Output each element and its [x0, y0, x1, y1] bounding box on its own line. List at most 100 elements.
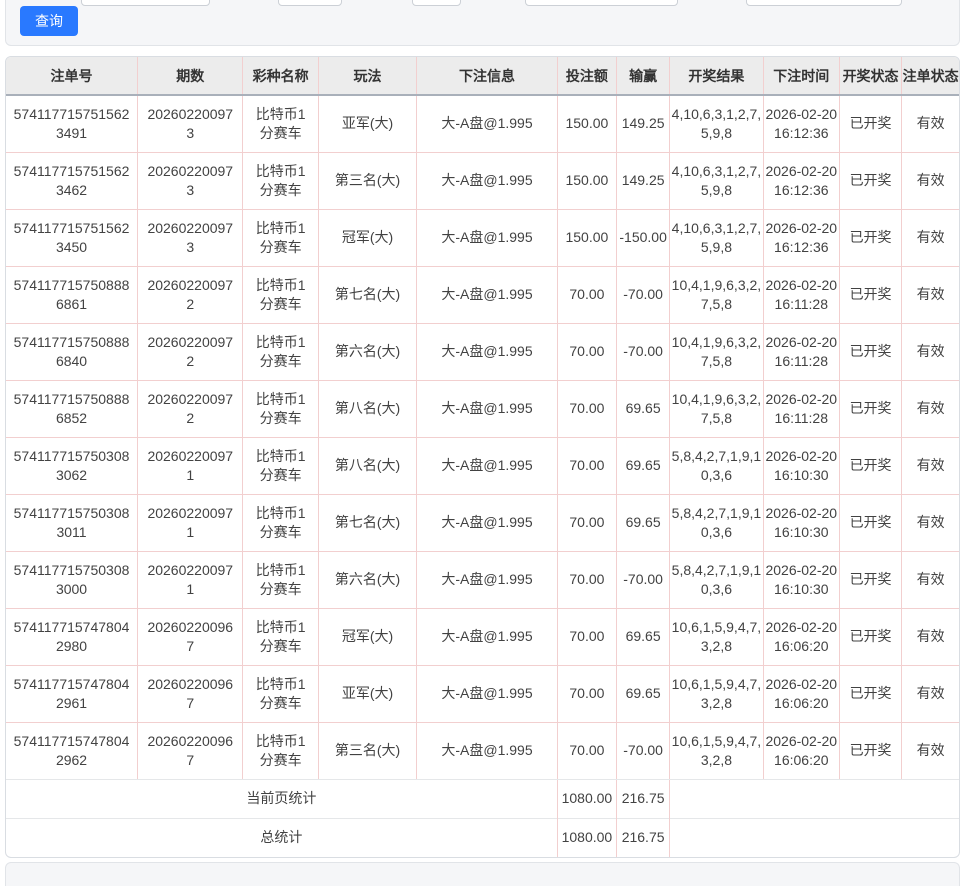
cell-win-loss: 149.25 — [617, 152, 670, 209]
cell-bet-time: 2026-02-20 16:12:36 — [763, 152, 839, 209]
col-header-win-loss: 输赢 — [617, 57, 670, 95]
grand-total-win-loss: 216.75 — [617, 818, 670, 857]
query-input-1[interactable] — [81, 0, 210, 6]
cell-bet-amount: 70.00 — [557, 380, 616, 437]
cell-win-loss: 69.65 — [617, 494, 670, 551]
cell-play-type: 第七名(大) — [318, 494, 416, 551]
cell-bet-time: 2026-02-20 16:11:28 — [763, 323, 839, 380]
cell-bet-id: 5741177157478042980 — [6, 608, 138, 665]
cell-bet-time: 2026-02-20 16:12:36 — [763, 95, 839, 152]
cell-bet-id: 5741177157503083062 — [6, 437, 138, 494]
cell-play-type: 第六名(大) — [318, 323, 416, 380]
cell-bet-time: 2026-02-20 16:10:30 — [763, 494, 839, 551]
cell-win-loss: -150.00 — [617, 209, 670, 266]
cell-draw-result: 4,10,6,3,1,2,7,5,9,8 — [670, 209, 763, 266]
grand-total-bet-amount: 1080.00 — [557, 818, 616, 857]
cell-lottery-name: 比特币1分赛车 — [243, 722, 318, 779]
table-row: 5741177157515623462202602200973比特币1分赛车第三… — [6, 152, 959, 209]
cell-draw-result: 10,6,1,5,9,4,7,3,2,8 — [670, 722, 763, 779]
cell-period: 202602200967 — [138, 665, 243, 722]
cell-bet-status: 有效 — [902, 209, 959, 266]
table-row: 5741177157503083062202602200971比特币1分赛车第八… — [6, 437, 959, 494]
cell-bet-id: 5741177157478042961 — [6, 665, 138, 722]
current-page-summary-row: 当前页统计 1080.00 216.75 — [6, 779, 959, 818]
table-row: 5741177157478042980202602200967比特币1分赛车冠军… — [6, 608, 959, 665]
col-header-bet-status: 注单状态 — [902, 57, 959, 95]
cell-bet-info: 大-A盘@1.995 — [417, 722, 558, 779]
cell-bet-amount: 70.00 — [557, 722, 616, 779]
col-header-play-type: 玩法 — [318, 57, 416, 95]
cell-bet-id: 5741177157503083011 — [6, 494, 138, 551]
cell-period: 202602200972 — [138, 266, 243, 323]
cell-lottery-name: 比特币1分赛车 — [243, 209, 318, 266]
cell-draw-status: 已开奖 — [839, 266, 901, 323]
current-page-summary-blank — [670, 779, 959, 818]
cell-win-loss: 69.65 — [617, 380, 670, 437]
cell-bet-info: 大-A盘@1.995 — [417, 266, 558, 323]
cell-bet-status: 有效 — [902, 437, 959, 494]
cell-bet-info: 大-A盘@1.995 — [417, 95, 558, 152]
cell-period: 202602200967 — [138, 608, 243, 665]
current-page-total-bet-amount: 1080.00 — [557, 779, 616, 818]
query-input-2[interactable] — [278, 0, 342, 6]
col-header-draw-result: 开奖结果 — [670, 57, 763, 95]
col-header-bet-amount: 投注额 — [557, 57, 616, 95]
cell-bet-amount: 150.00 — [557, 95, 616, 152]
table-row: 5741177157503083000202602200971比特币1分赛车第六… — [6, 551, 959, 608]
cell-draw-status: 已开奖 — [839, 608, 901, 665]
cell-draw-result: 4,10,6,3,1,2,7,5,9,8 — [670, 95, 763, 152]
cell-bet-status: 有效 — [902, 152, 959, 209]
cell-bet-status: 有效 — [902, 95, 959, 152]
cell-draw-status: 已开奖 — [839, 665, 901, 722]
cell-bet-info: 大-A盘@1.995 — [417, 323, 558, 380]
cell-win-loss: -70.00 — [617, 722, 670, 779]
current-page-total-win-loss: 216.75 — [617, 779, 670, 818]
cell-bet-id: 5741177157515623462 — [6, 152, 138, 209]
table-row: 5741177157515623491202602200973比特币1分赛车亚军… — [6, 95, 959, 152]
cell-bet-amount: 150.00 — [557, 152, 616, 209]
cell-lottery-name: 比特币1分赛车 — [243, 152, 318, 209]
query-button[interactable]: 查询 — [20, 6, 78, 36]
table-body: 5741177157515623491202602200973比特币1分赛车亚军… — [6, 95, 959, 779]
col-header-bet-time: 下注时间 — [763, 57, 839, 95]
cell-period: 202602200973 — [138, 209, 243, 266]
cell-win-loss: 69.65 — [617, 665, 670, 722]
cell-draw-result: 10,6,1,5,9,4,7,3,2,8 — [670, 608, 763, 665]
cell-draw-status: 已开奖 — [839, 152, 901, 209]
cell-bet-info: 大-A盘@1.995 — [417, 665, 558, 722]
col-header-bet-info: 下注信息 — [417, 57, 558, 95]
cell-bet-status: 有效 — [902, 494, 959, 551]
cell-draw-status: 已开奖 — [839, 551, 901, 608]
col-header-period: 期数 — [138, 57, 243, 95]
cell-lottery-name: 比特币1分赛车 — [243, 494, 318, 551]
query-input-4[interactable] — [525, 0, 678, 6]
cell-bet-amount: 150.00 — [557, 209, 616, 266]
cell-bet-info: 大-A盘@1.995 — [417, 551, 558, 608]
cell-win-loss: 149.25 — [617, 95, 670, 152]
cell-period: 202602200972 — [138, 323, 243, 380]
table-row: 5741177157508886861202602200972比特币1分赛车第七… — [6, 266, 959, 323]
grand-total-summary-blank — [670, 818, 959, 857]
query-input-5[interactable] — [746, 0, 902, 6]
cell-draw-result: 10,4,1,9,6,3,2,7,5,8 — [670, 380, 763, 437]
bottom-panel — [5, 862, 960, 886]
cell-bet-status: 有效 — [902, 665, 959, 722]
table-row: 5741177157503083011202602200971比特币1分赛车第七… — [6, 494, 959, 551]
cell-bet-time: 2026-02-20 16:11:28 — [763, 380, 839, 437]
query-input-3[interactable] — [412, 0, 461, 6]
cell-draw-status: 已开奖 — [839, 95, 901, 152]
cell-draw-status: 已开奖 — [839, 380, 901, 437]
cell-period: 202602200971 — [138, 551, 243, 608]
cell-play-type: 第六名(大) — [318, 551, 416, 608]
cell-bet-amount: 70.00 — [557, 437, 616, 494]
cell-bet-time: 2026-02-20 16:06:20 — [763, 722, 839, 779]
cell-bet-status: 有效 — [902, 551, 959, 608]
bet-records-panel: 注单号 期数 彩种名称 玩法 下注信息 投注额 输赢 开奖结果 下注时间 开奖状… — [5, 56, 960, 858]
cell-bet-amount: 70.00 — [557, 266, 616, 323]
cell-period: 202602200967 — [138, 722, 243, 779]
cell-bet-amount: 70.00 — [557, 551, 616, 608]
cell-play-type: 第三名(大) — [318, 152, 416, 209]
cell-play-type: 第八名(大) — [318, 437, 416, 494]
cell-period: 202602200971 — [138, 437, 243, 494]
cell-bet-id: 5741177157478042962 — [6, 722, 138, 779]
